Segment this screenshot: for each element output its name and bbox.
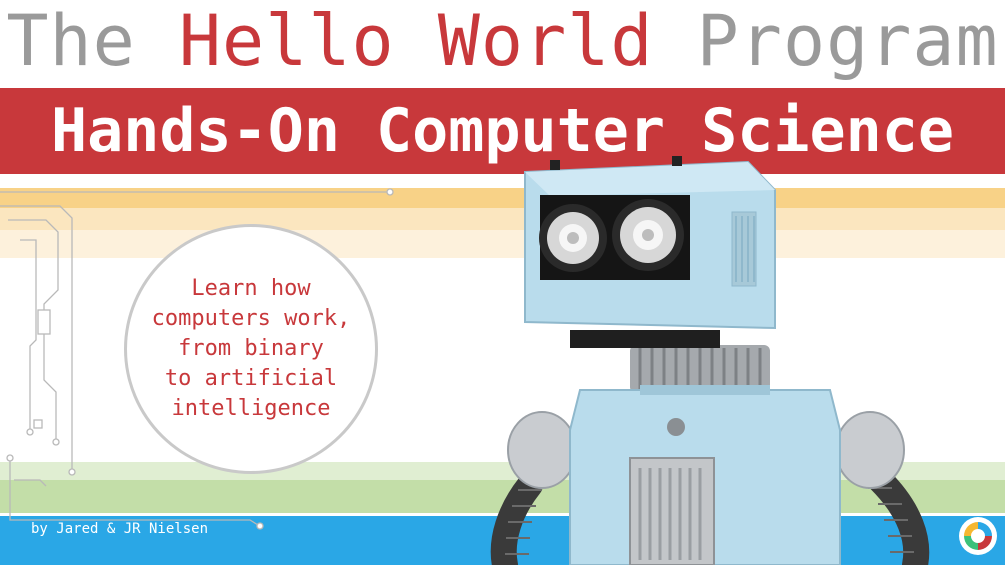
tagline-line-4: to artificial [164, 366, 338, 391]
title-word-the: The [6, 0, 136, 82]
tagline-line-5: intelligence [171, 396, 331, 421]
publisher-logo-icon [959, 517, 997, 555]
tagline: Learn how computers work, from binary to… [124, 224, 378, 474]
tagline-line-1: Learn how [191, 276, 311, 301]
page-title: The Hello World Program [0, 0, 1005, 82]
tagline-line-3: from binary [178, 336, 324, 361]
byline: by Jared & JR Nielsen [31, 521, 209, 537]
robot-illustration [490, 156, 930, 565]
title-word-world: World [437, 0, 654, 82]
title-word-program: Program [696, 0, 999, 82]
title-word-hello: Hello [178, 0, 395, 82]
tagline-line-2: computers work, [151, 306, 351, 331]
